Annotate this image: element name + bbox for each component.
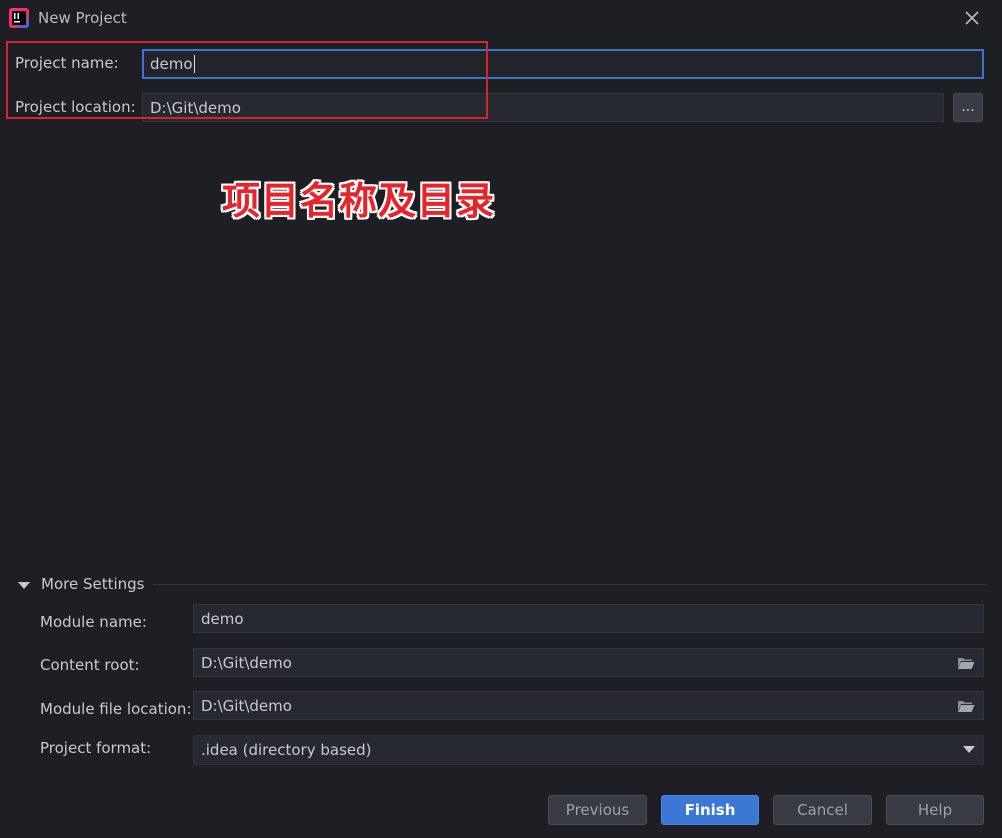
- module-name-label: Module name:: [40, 613, 147, 631]
- previous-button[interactable]: Previous: [548, 795, 647, 825]
- module-file-location-label: Module file location:: [40, 700, 192, 718]
- finish-button[interactable]: Finish: [661, 795, 759, 825]
- module-file-location-value: D:\Git\demo: [201, 696, 292, 715]
- text-caret: [193, 55, 195, 73]
- project-location-input[interactable]: D:\Git\demo: [142, 93, 944, 122]
- project-format-value: .idea (directory based): [201, 741, 372, 759]
- expand-triangle-icon: [18, 581, 30, 589]
- intellij-idea-icon: [9, 8, 29, 28]
- close-icon[interactable]: [962, 8, 982, 28]
- project-format-select[interactable]: .idea (directory based): [193, 735, 984, 765]
- folder-open-icon[interactable]: [957, 656, 975, 670]
- more-settings-label: More Settings: [41, 575, 145, 593]
- more-settings-divider: [153, 584, 986, 585]
- project-location-value: D:\Git\demo: [150, 98, 241, 117]
- content-root-value: D:\Git\demo: [201, 653, 292, 672]
- content-root-input[interactable]: D:\Git\demo: [193, 648, 984, 677]
- project-name-input[interactable]: demo: [142, 49, 984, 79]
- chevron-down-icon[interactable]: [963, 746, 975, 753]
- cancel-button[interactable]: Cancel: [773, 795, 872, 825]
- module-name-value: demo: [201, 609, 244, 628]
- project-format-label: Project format:: [40, 739, 152, 757]
- title-bar: New Project: [0, 0, 1002, 36]
- module-file-location-input[interactable]: D:\Git\demo: [193, 691, 984, 720]
- project-name-label: Project name:: [15, 54, 119, 72]
- more-settings-toggle[interactable]: More Settings: [18, 574, 144, 594]
- project-name-value: demo: [150, 55, 193, 73]
- annotation-text: 项目名称及目录: [222, 179, 496, 223]
- content-root-label: Content root:: [40, 656, 140, 674]
- window-title: New Project: [38, 9, 127, 27]
- help-button[interactable]: Help: [886, 795, 984, 825]
- project-location-label: Project location:: [15, 98, 136, 116]
- new-project-dialog: New Project Project name: demo Project l…: [0, 0, 1002, 838]
- folder-open-icon[interactable]: [957, 699, 975, 713]
- module-name-input[interactable]: demo: [193, 604, 984, 633]
- browse-location-button[interactable]: ...: [953, 93, 983, 122]
